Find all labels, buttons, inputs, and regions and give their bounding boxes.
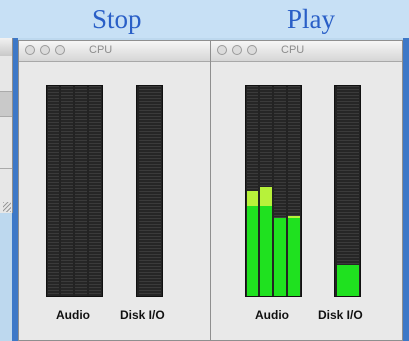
- disk-channel-meter: [337, 86, 359, 296]
- zoom-icon[interactable]: [55, 45, 65, 55]
- disk-io-meter: [136, 85, 163, 297]
- minimize-icon[interactable]: [40, 45, 50, 55]
- audio-peak-indicator: [260, 186, 272, 206]
- audio-label: Audio: [255, 308, 289, 322]
- audio-channel-meter: [260, 86, 272, 296]
- close-icon[interactable]: [25, 45, 35, 55]
- disk-io-label: Disk I/O: [120, 308, 165, 322]
- cpu-window-play: CPU Audio Disk I/O: [210, 40, 403, 341]
- minimize-icon[interactable]: [232, 45, 242, 55]
- window-titlebar[interactable]: CPU: [19, 41, 210, 62]
- background-window-fragment: [0, 38, 13, 213]
- audio-level-fill: [260, 205, 272, 296]
- window-titlebar[interactable]: CPU: [211, 41, 402, 62]
- audio-channel-meter: [75, 86, 87, 296]
- audio-channel-meter: [247, 86, 258, 296]
- close-icon[interactable]: [217, 45, 227, 55]
- cpu-window-stop: CPU Audio Disk I/O: [18, 40, 211, 341]
- audio-channel-meter: [48, 86, 59, 296]
- audio-channel-meter: [274, 86, 286, 296]
- frame-right: [403, 38, 409, 341]
- stop-label: Stop: [92, 4, 142, 34]
- audio-level-fill: [288, 218, 300, 296]
- audio-channel-meter: [89, 86, 101, 296]
- disk-io-meter: [334, 85, 361, 297]
- audio-peak-indicator: [247, 191, 258, 206]
- background-divider: [0, 168, 12, 169]
- audio-label: Audio: [56, 308, 90, 322]
- resize-grip-icon[interactable]: [3, 202, 11, 212]
- zoom-icon[interactable]: [247, 45, 257, 55]
- background-toolbar: [0, 38, 12, 56]
- play-label: Play: [287, 4, 336, 34]
- audio-meter: [46, 85, 103, 297]
- disk-io-label: Disk I/O: [318, 308, 363, 322]
- disk-level-fill: [337, 264, 359, 296]
- window-title: CPU: [89, 44, 113, 56]
- window-title: CPU: [281, 44, 305, 56]
- disk-channel-meter: [139, 86, 161, 296]
- audio-channel-meter: [61, 86, 73, 296]
- background-toolbar-band: [0, 91, 12, 117]
- audio-level-fill: [274, 218, 286, 296]
- audio-level-fill: [247, 205, 258, 296]
- header-banner: Stop Play: [0, 0, 409, 38]
- audio-meter: [245, 85, 302, 297]
- audio-channel-meter: [288, 86, 300, 296]
